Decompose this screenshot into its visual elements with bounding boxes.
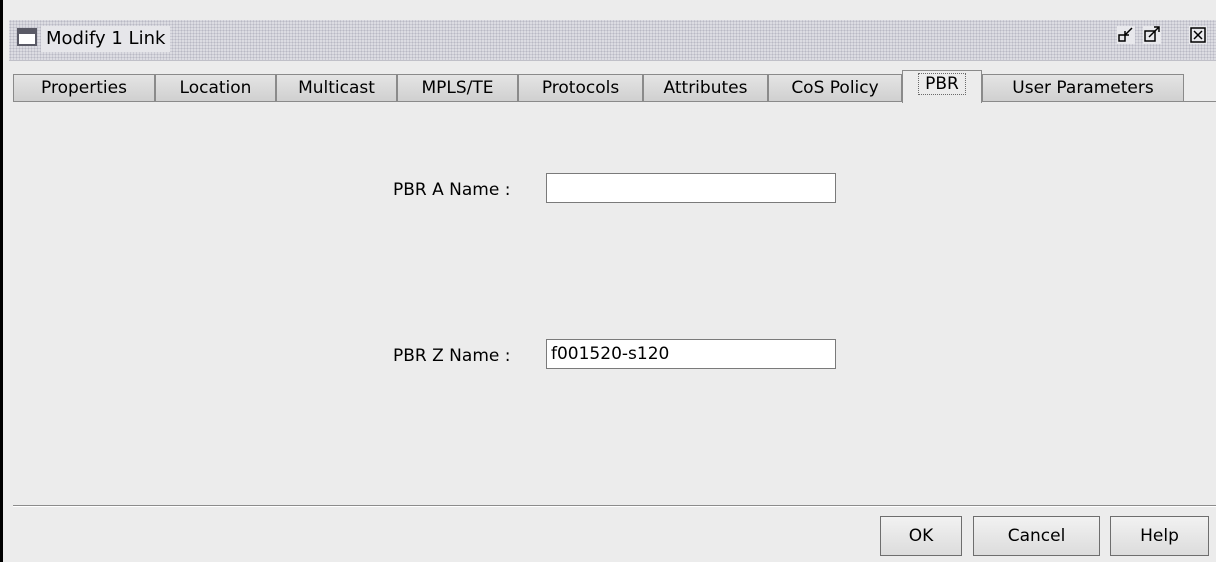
tab-properties[interactable]: Properties: [13, 74, 155, 102]
pbr-z-name-input[interactable]: f001520-s120: [546, 339, 836, 369]
cancel-button[interactable]: Cancel: [973, 516, 1100, 556]
tab-location[interactable]: Location: [155, 74, 276, 102]
title-bar[interactable]: Modify 1 Link: [9, 20, 1216, 61]
tab-user-parameters[interactable]: User Parameters: [982, 74, 1184, 102]
maximize-icon[interactable]: [1143, 26, 1161, 44]
pbr-z-name-label: PBR Z Name :: [393, 346, 511, 366]
tab-attributes[interactable]: Attributes: [643, 74, 768, 102]
modify-link-dialog: Modify 1 Link Properties Location Multic…: [0, 0, 1216, 562]
tab-protocols[interactable]: Protocols: [518, 74, 643, 102]
window-icon: [17, 28, 37, 46]
window-title: Modify 1 Link: [41, 26, 171, 52]
footer-divider: [13, 505, 1216, 507]
tab-mpls-te[interactable]: MPLS/TE: [397, 74, 518, 102]
help-button[interactable]: Help: [1110, 516, 1209, 556]
pbr-a-name-label: PBR A Name :: [393, 180, 511, 200]
ok-button[interactable]: OK: [880, 516, 962, 556]
pbr-panel: PBR A Name : PBR Z Name : f001520-s120: [13, 101, 1216, 498]
pbr-a-name-input[interactable]: [546, 173, 836, 203]
close-icon[interactable]: [1189, 26, 1207, 44]
undock-icon[interactable]: [1117, 26, 1135, 44]
tab-multicast[interactable]: Multicast: [276, 74, 397, 102]
tab-pbr[interactable]: PBR: [902, 70, 982, 103]
tab-cos-policy[interactable]: CoS Policy: [768, 74, 902, 102]
